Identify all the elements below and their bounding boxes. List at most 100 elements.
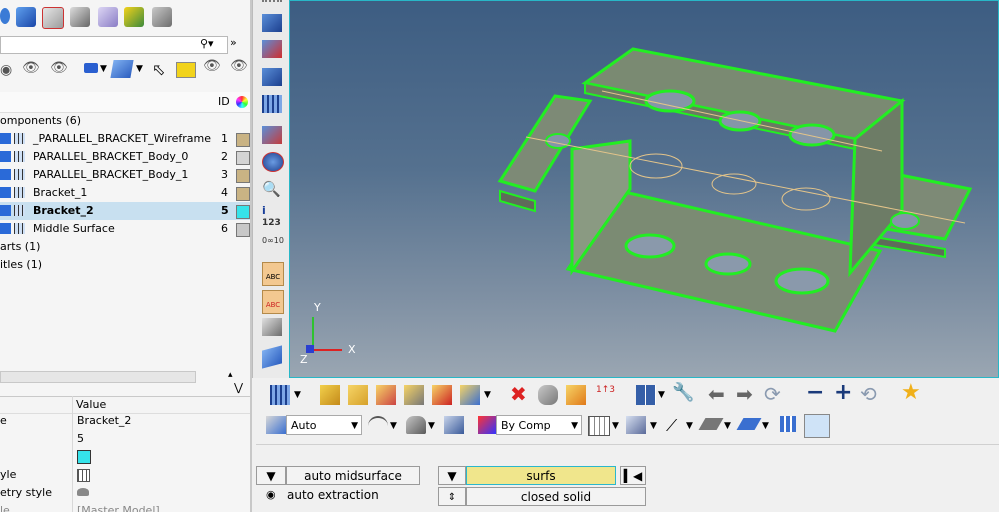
prop-value[interactable]: 5 (77, 430, 84, 448)
tree-group-titles[interactable]: itles (1) (0, 256, 250, 274)
plane-blue-icon[interactable] (736, 418, 762, 430)
eye-isolate-icon[interactable]: 👁 (50, 60, 68, 76)
abc-red-label-icon[interactable]: ABC (262, 290, 284, 314)
transform-icon[interactable] (262, 318, 282, 336)
monitor-icon[interactable] (804, 414, 830, 438)
binoculars-icon[interactable]: 🔍 (262, 180, 282, 198)
prop-row-id[interactable]: 5 (0, 430, 250, 448)
renumber-icon[interactable]: 1↑3 (596, 385, 615, 395)
components-folder-icon[interactable] (320, 385, 340, 405)
prop-value[interactable]: Bracket_2 (77, 412, 131, 430)
wrench-icon[interactable]: 🔧 (672, 382, 694, 403)
search-input[interactable] (0, 36, 228, 54)
reset-selection-button[interactable]: ▍◀ (620, 466, 646, 485)
arrow-right-icon[interactable]: ➡ (736, 382, 753, 406)
eye-count-icon[interactable]: 👁 (203, 58, 221, 74)
dropdown-arrow-icon[interactable]: ▼ (428, 421, 435, 431)
dropdown-arrow-icon[interactable]: ▼ (724, 421, 731, 431)
auto-extraction-radio[interactable]: ◉ (266, 488, 276, 501)
tree-group-components[interactable]: omponents (6) (0, 112, 250, 130)
entity-dropdown-button[interactable]: ▼ (438, 466, 466, 485)
display-mode-icon[interactable] (266, 416, 286, 434)
id-column-header[interactable]: ID (218, 95, 230, 108)
mesh-red-icon[interactable] (262, 40, 282, 58)
drag-grip-icon[interactable] (262, 0, 282, 8)
group-icon[interactable] (538, 385, 558, 405)
prop-row-geometry-style[interactable]: etry style (0, 484, 250, 502)
components-icon[interactable] (0, 8, 10, 24)
undo-view-icon[interactable]: ⟲ (860, 382, 877, 406)
geometry-style-icon[interactable] (77, 488, 89, 496)
plane-view-icon[interactable] (262, 345, 282, 369)
folder-icon[interactable] (348, 385, 368, 405)
plane-icon[interactable] (110, 60, 134, 78)
color-wheel-icon[interactable] (236, 96, 248, 108)
mesh-grid-icon[interactable] (270, 385, 290, 405)
mesh-grid-icon[interactable] (262, 95, 282, 113)
prop-row-name[interactable]: e Bracket_2 (0, 412, 250, 430)
color-swatch[interactable] (236, 205, 250, 219)
closed-solid-toggle[interactable]: closed solid (466, 487, 646, 506)
sphere-mesh-icon[interactable] (262, 152, 284, 172)
surface-icon[interactable] (406, 416, 426, 434)
cube-dropdown-icon[interactable] (84, 63, 98, 73)
mesh-edit-icon[interactable] (262, 14, 282, 32)
solid-icon[interactable] (444, 416, 464, 434)
prop-row-style[interactable]: yle (0, 466, 250, 484)
dropdown-arrow-icon[interactable]: ▼ (650, 421, 657, 431)
mesh-style-icon[interactable] (77, 469, 90, 482)
color-swatch[interactable] (236, 133, 250, 147)
export-folder-icon[interactable] (460, 385, 480, 405)
property-folder-icon[interactable] (404, 385, 424, 405)
tree-item-component-selected[interactable]: Bracket_2 5 (0, 202, 250, 220)
scroll-right-icon[interactable]: ▴ (228, 370, 233, 380)
expand-chevron-icon[interactable]: » (230, 36, 237, 49)
color-swatch[interactable] (77, 450, 91, 464)
import-folder-icon[interactable] (432, 385, 452, 405)
search-icon[interactable]: ⚲▾ (200, 37, 214, 50)
ruler-icon[interactable]: 0∞10 (262, 236, 284, 254)
mesh-cut-icon[interactable] (262, 126, 282, 144)
bracket-model[interactable] (290, 1, 999, 378)
prop-row-model[interactable]: le [Master Model] (0, 502, 250, 512)
dropdown-arrow-icon[interactable]: ▼ (762, 421, 769, 431)
mode-dropdown-button[interactable]: ▼ (256, 466, 286, 485)
color-swatch[interactable] (236, 187, 250, 201)
eye-show-icon[interactable]: ◉ (0, 62, 12, 78)
material-folder-icon[interactable] (376, 385, 396, 405)
auto-extraction-label[interactable]: auto extraction (287, 488, 379, 502)
surfs-selector[interactable]: surfs (466, 466, 616, 485)
zoom-in-icon[interactable]: + (834, 380, 852, 405)
curve-icon[interactable] (368, 416, 388, 436)
import-arrow-icon[interactable] (176, 62, 196, 78)
dropdown-arrow-icon[interactable]: ▼ (390, 421, 397, 431)
delete-icon[interactable]: ✖ (510, 382, 527, 406)
auto-midsurface-button[interactable]: auto midsurface (286, 466, 420, 485)
shaded-cube-icon[interactable] (626, 416, 646, 434)
organize-icon[interactable] (566, 385, 586, 405)
zoom-out-icon[interactable]: − (806, 380, 824, 405)
geometry-icon[interactable] (98, 7, 118, 27)
color-mode-select[interactable]: By Comp ▼ (496, 415, 582, 435)
collapse-chevron-icon[interactable]: ⋁ (234, 381, 243, 394)
tree-item-component[interactable]: Middle Surface 6 (0, 220, 250, 238)
cube-blue-icon[interactable] (16, 7, 36, 27)
color-swatch[interactable] (236, 151, 250, 165)
favorite-star-icon[interactable]: ★ (901, 380, 921, 405)
tree-item-component[interactable]: PARALLEL_BRACKET_Body_0 2 (0, 148, 250, 166)
node-grid-icon[interactable] (780, 416, 796, 432)
graphics-viewport[interactable]: Y X Z (289, 0, 999, 378)
dropdown-arrow-icon[interactable]: ▼ (294, 390, 301, 400)
prop-row-color[interactable] (0, 448, 250, 466)
eye-more-icon[interactable]: 👁 (230, 58, 248, 74)
tree-group-parts[interactable]: arts (1) (0, 238, 250, 256)
cursor-icon[interactable]: ⬁ (152, 60, 165, 79)
wireframe-cube-icon[interactable] (588, 416, 610, 436)
mesh-component-icon[interactable] (262, 68, 282, 86)
abc-label-icon[interactable]: ABC (262, 262, 284, 286)
dropdown-arrow-icon[interactable]: ▼ (136, 64, 143, 74)
layer-icon[interactable] (698, 418, 724, 430)
target-toggle-arrows[interactable]: ⇕ (438, 487, 466, 506)
color-swatch[interactable] (236, 223, 250, 237)
numbers-icon[interactable]: 123 (262, 218, 282, 236)
